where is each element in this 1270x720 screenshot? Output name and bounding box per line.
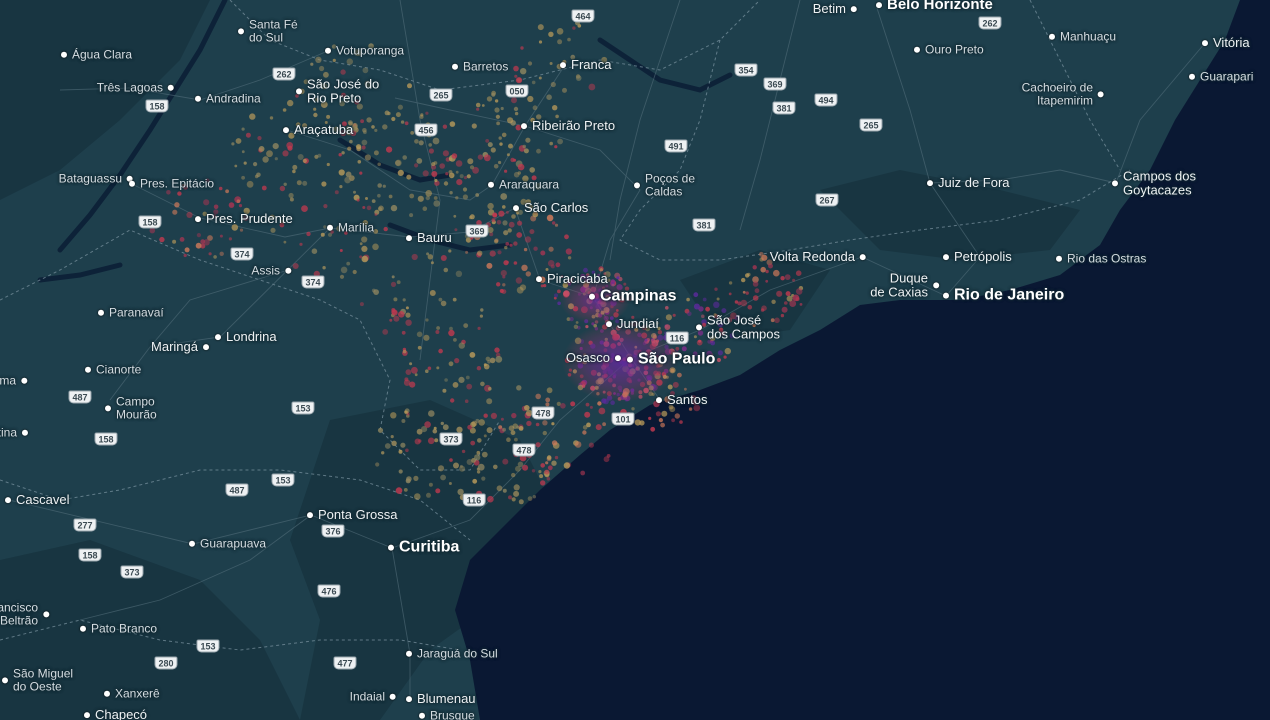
highway-shield-153: 153 (271, 473, 295, 487)
highway-shield-494: 494 (814, 93, 838, 107)
highway-shield-101: 101 (611, 412, 635, 426)
highway-shield-265: 265 (429, 88, 453, 102)
highway-shield-369: 369 (763, 77, 787, 91)
highway-shield-116: 116 (665, 331, 689, 345)
highway-shield-153: 153 (196, 639, 220, 653)
highway-shield-280: 280 (154, 656, 178, 670)
map-view[interactable]: Belo Horizonte Betim Vitória Guarapari Manhu… (0, 0, 1270, 720)
highway-shield-464: 464 (571, 9, 595, 23)
highway-shield-262: 262 (978, 16, 1002, 30)
highway-shield-478: 478 (531, 406, 555, 420)
highway-shield-262: 262 (272, 67, 296, 81)
highway-shield-491: 491 (664, 139, 688, 153)
highway-shield-456: 456 (414, 123, 438, 137)
highway-shield-381: 381 (692, 218, 716, 232)
highway-shield-373: 373 (439, 432, 463, 446)
highway-shield-267: 267 (815, 193, 839, 207)
highway-shield-369: 369 (465, 224, 489, 238)
highway-shield-158: 158 (138, 215, 162, 229)
highway-shield-487: 487 (225, 483, 249, 497)
highway-shield-373: 373 (120, 565, 144, 579)
highway-shield-477: 477 (333, 656, 357, 670)
highway-shield-374: 374 (301, 275, 325, 289)
highway-shield-374: 374 (230, 247, 254, 261)
highway-shield-153: 153 (291, 401, 315, 415)
highway-shield-376: 376 (321, 524, 345, 538)
highway-shield-158: 158 (145, 99, 169, 113)
highway-shield-354: 354 (734, 63, 758, 77)
highway-shield-381: 381 (772, 101, 796, 115)
highway-shield-265: 265 (859, 118, 883, 132)
map-base (0, 0, 1270, 720)
highway-shield-487: 487 (68, 390, 92, 404)
highway-shield-158: 158 (94, 432, 118, 446)
highway-shield-050: 050 (505, 84, 529, 98)
highway-shield-116: 116 (462, 493, 486, 507)
highway-shield-158: 158 (78, 548, 102, 562)
highway-shield-478: 478 (512, 443, 536, 457)
highway-shield-277: 277 (73, 518, 97, 532)
highway-shield-476: 476 (317, 584, 341, 598)
